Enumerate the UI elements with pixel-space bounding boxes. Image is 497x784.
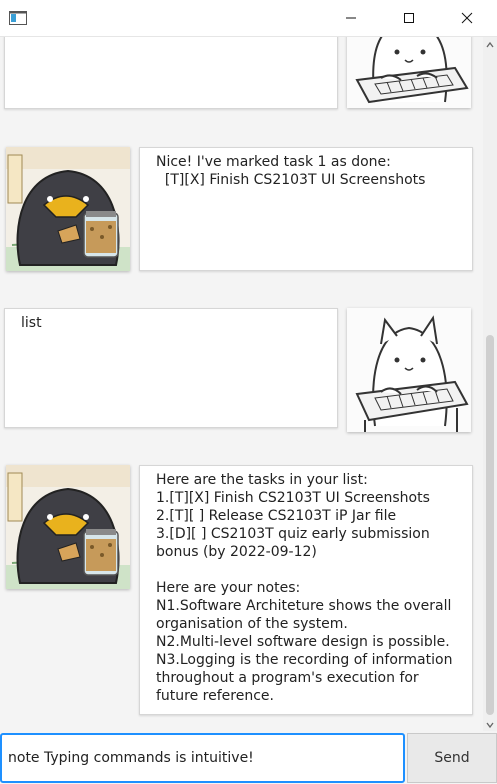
command-input[interactable] (0, 733, 405, 783)
minimize-icon (345, 9, 357, 28)
scroll-up-button[interactable] (483, 37, 497, 51)
close-icon (461, 9, 473, 28)
scroll-down-button[interactable] (483, 717, 497, 731)
cat-avatar (347, 308, 471, 432)
title-bar (0, 0, 497, 37)
bot-message-text: Nice! I've marked task 1 as done: [T][X]… (156, 154, 426, 188)
penguin-avatar (6, 147, 130, 271)
vertical-scrollbar[interactable] (483, 37, 497, 731)
minimize-button[interactable] (328, 0, 374, 36)
bot-message-bubble: Here are the tasks in your list: 1.[T][X… (139, 465, 473, 715)
cat-avatar (347, 37, 471, 108)
send-button[interactable]: Send (407, 733, 497, 783)
chevron-up-icon (485, 35, 495, 54)
maximize-icon (403, 9, 415, 28)
penguin-avatar (6, 465, 130, 589)
chat-scroll-area[interactable]: Nice! I've marked task 1 as done: [T][X]… (0, 37, 483, 727)
maximize-button[interactable] (386, 0, 432, 36)
input-row: Send (0, 732, 497, 784)
close-button[interactable] (444, 0, 490, 36)
scrollbar-thumb[interactable] (486, 335, 494, 715)
bot-message-text: Here are the tasks in your list: 1.[T][X… (156, 472, 453, 704)
chevron-down-icon (485, 715, 495, 734)
user-message-text: list (21, 315, 42, 331)
user-message-bubble: list (4, 308, 338, 428)
user-message-bubble (4, 37, 338, 109)
bot-message-bubble: Nice! I've marked task 1 as done: [T][X]… (139, 147, 473, 271)
app-window-icon (9, 10, 27, 25)
